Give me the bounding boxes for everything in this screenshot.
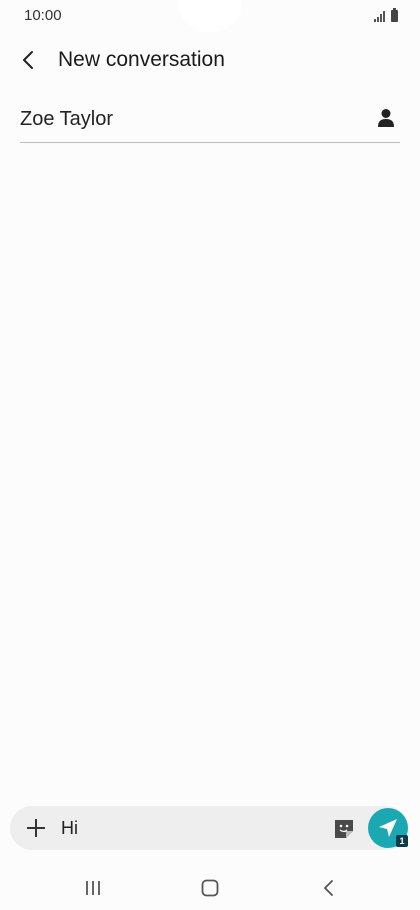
sim-badge: 1 [396, 835, 408, 847]
recents-icon [86, 881, 100, 895]
back-arrow-icon [23, 51, 33, 69]
signal-icon [374, 10, 385, 22]
recents-button[interactable] [78, 876, 108, 900]
nav-back-button[interactable] [313, 876, 343, 900]
compose-bar: 1 [10, 806, 408, 850]
home-icon [201, 879, 219, 897]
recipient-value[interactable]: Zoe Taylor [20, 108, 113, 131]
contact-picker-button[interactable] [372, 104, 400, 132]
home-button[interactable] [195, 876, 225, 900]
app-header: New conversation [0, 38, 420, 82]
person-icon [378, 109, 394, 127]
navigation-bar [0, 866, 420, 910]
back-icon [324, 880, 333, 896]
battery-icon [391, 8, 398, 22]
message-input[interactable] [61, 816, 321, 840]
attach-button[interactable] [24, 816, 48, 840]
send-button[interactable]: 1 [368, 808, 408, 848]
page-title: New conversation [58, 48, 225, 71]
camera-notch [178, 0, 242, 32]
status-time: 10:00 [24, 7, 62, 24]
sticker-button[interactable] [332, 817, 356, 841]
status-bar: 10:00 [0, 0, 420, 32]
plus-icon [27, 819, 45, 837]
status-icons [374, 8, 398, 22]
back-button[interactable] [8, 40, 48, 80]
sticker-icon [335, 820, 353, 838]
recipient-field[interactable]: Zoe Taylor [20, 100, 400, 143]
